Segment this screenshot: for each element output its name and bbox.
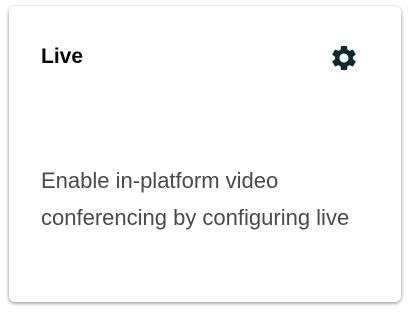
card-description: Enable in-platform video conferencing by… [41,168,350,230]
card-title: Live [41,45,84,68]
live-integration-card: Live Enable in-platform video conferenci… [9,6,401,302]
settings-button[interactable] [328,42,360,74]
gear-icon [332,45,356,70]
